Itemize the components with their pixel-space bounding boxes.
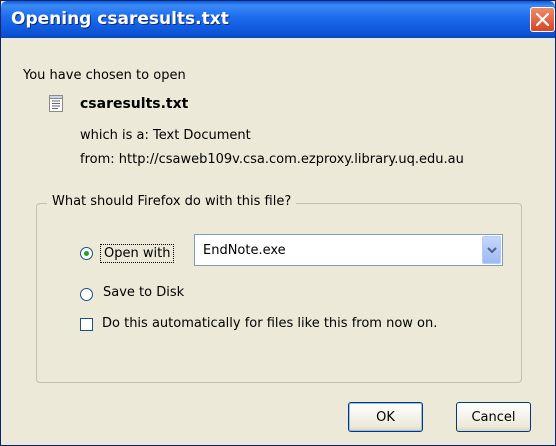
dialog-body: You have chosen to open csaresults.txt w… — [1, 38, 555, 445]
open-with-radio[interactable] — [80, 247, 93, 260]
save-to-disk-radio[interactable] — [80, 288, 93, 301]
ok-button[interactable]: OK — [348, 402, 423, 432]
text-document-icon — [49, 95, 63, 112]
radio-selected-dot — [84, 251, 89, 256]
file-name: csaresults.txt — [80, 96, 189, 112]
dialog-title: Opening csaresults.txt — [11, 9, 229, 29]
file-type: which is a: Text Document — [80, 128, 251, 143]
open-with-label[interactable]: Open with — [100, 244, 175, 263]
action-group-label: What should Firefox do with this file? — [47, 194, 297, 209]
file-open-dialog: Opening csaresults.txt You have chosen t… — [0, 0, 556, 446]
dropdown-button[interactable] — [482, 236, 501, 264]
open-with-app-select[interactable]: EndNote.exe — [194, 234, 503, 266]
auto-action-label[interactable]: Do this automatically for files like thi… — [102, 316, 437, 331]
close-button[interactable] — [530, 7, 555, 32]
auto-action-checkbox[interactable] — [80, 318, 93, 331]
close-icon — [536, 13, 549, 26]
file-source: from: http://csaweb109v.csa.com.ezproxy.… — [80, 152, 464, 167]
selected-app: EndNote.exe — [203, 243, 286, 258]
title-bar[interactable]: Opening csaresults.txt — [1, 1, 555, 38]
cancel-button[interactable]: Cancel — [456, 402, 531, 432]
save-to-disk-label[interactable]: Save to Disk — [103, 285, 184, 300]
intro-text: You have chosen to open — [23, 68, 186, 83]
chevron-down-icon — [487, 247, 497, 254]
